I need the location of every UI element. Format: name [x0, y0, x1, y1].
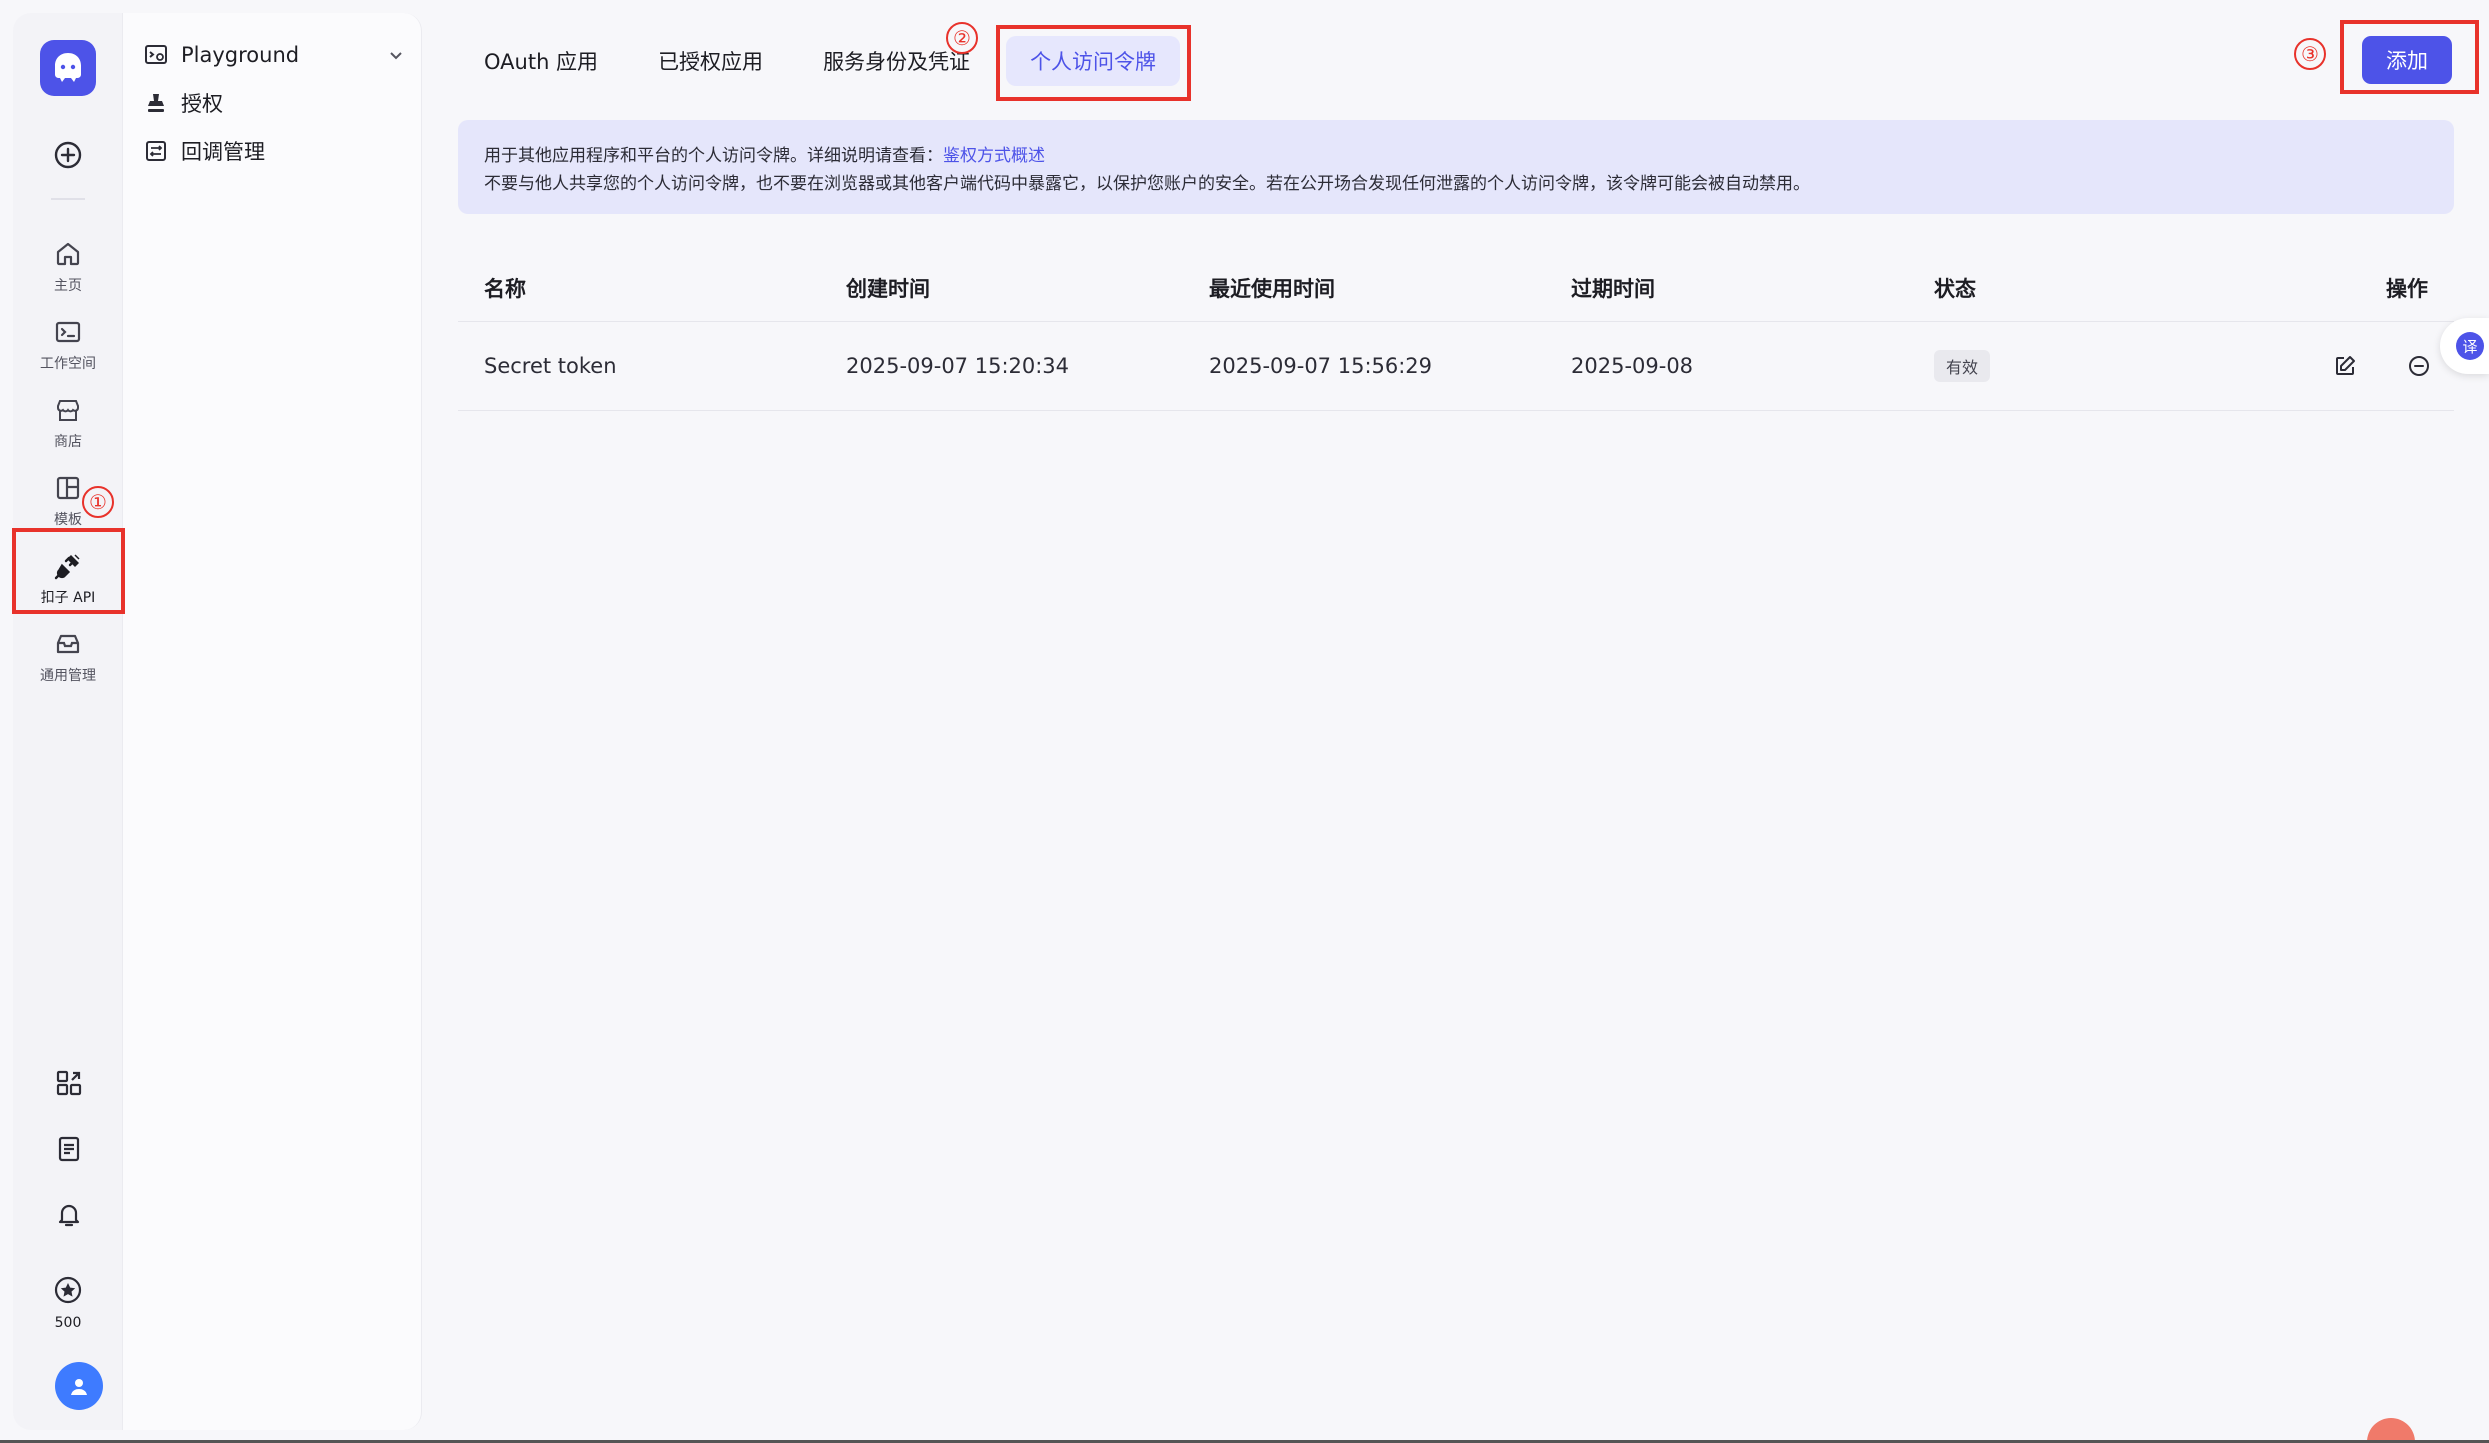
terminal-folder-icon — [51, 315, 85, 349]
rail-item-general-management[interactable]: 通用管理 — [13, 621, 123, 697]
token-created-time: 2025-09-07 15:20:34 — [846, 354, 1070, 378]
bell-icon[interactable] — [50, 1196, 88, 1234]
callback-icon — [143, 138, 169, 164]
playground-icon — [143, 42, 169, 68]
remove-icon[interactable] — [2402, 349, 2436, 383]
app-root: 主页 工作空间 商店 模板 扣子 API 通用管理 500 Playground… — [0, 0, 2489, 1443]
panel-item-label: Playground — [181, 43, 300, 67]
credits-balance[interactable]: 500 — [33, 1275, 103, 1343]
chevron-down-icon[interactable] — [387, 46, 405, 64]
translate-icon: 译 — [2456, 332, 2484, 360]
column-header-last-used: 最近使用时间 — [1209, 277, 1335, 301]
annotation-box-api — [12, 528, 125, 614]
annotation-box-add — [2340, 20, 2479, 94]
inbox-icon — [51, 627, 85, 661]
coze-logo-icon[interactable] — [40, 40, 96, 96]
status-badge: 有效 — [1934, 350, 1991, 382]
avatar[interactable] — [55, 1362, 103, 1410]
tab-oauth-apps[interactable]: OAuth 应用 — [460, 36, 622, 86]
rail-label: 主页 — [54, 278, 82, 294]
banner-line-1: 用于其他应用程序和平台的个人访问令牌。详细说明请查看：鉴权方式概述 — [484, 142, 2428, 170]
annotation-box-tab — [996, 25, 1191, 101]
template-icon — [51, 471, 85, 505]
create-plus-icon[interactable] — [46, 133, 90, 177]
rail-label: 商店 — [54, 434, 82, 450]
rail-label: 模板 — [54, 512, 82, 528]
edit-icon[interactable] — [2328, 349, 2362, 383]
column-header-status: 状态 — [1934, 277, 1976, 301]
panel-item-callback-management[interactable]: 回调管理 — [143, 131, 405, 171]
rail-divider — [51, 198, 85, 200]
panel-item-authorization[interactable]: 授权 — [143, 83, 405, 123]
stamp-icon — [143, 90, 169, 116]
column-header-created: 创建时间 — [846, 277, 930, 301]
token-name: Secret token — [484, 354, 617, 378]
panel-item-label: 回调管理 — [181, 140, 265, 164]
document-icon[interactable] — [50, 1130, 88, 1168]
panel-item-playground[interactable]: Playground — [143, 35, 405, 75]
translate-button[interactable]: 译 — [2440, 318, 2489, 374]
info-banner: 用于其他应用程序和平台的个人访问令牌。详细说明请查看：鉴权方式概述 不要与他人共… — [458, 120, 2454, 214]
column-header-actions: 操作 — [2386, 277, 2428, 301]
annotation-number-3: ③ — [2294, 38, 2326, 70]
banner-text: 用于其他应用程序和平台的个人访问令牌。详细说明请查看： — [484, 146, 943, 166]
credits-count: 500 — [54, 1315, 82, 1331]
rail-label: 通用管理 — [40, 668, 96, 684]
annotation-number-1: ① — [82, 486, 114, 518]
app-grid-icon[interactable] — [50, 1064, 88, 1102]
annotation-number-2: ② — [946, 22, 978, 54]
token-last-used-time: 2025-09-07 15:56:29 — [1209, 354, 1433, 378]
star-coin-icon — [53, 1275, 83, 1309]
rail-item-store[interactable]: 商店 — [13, 387, 123, 463]
token-table-header: 名称 创建时间 最近使用时间 过期时间 状态 操作 — [458, 255, 2454, 322]
tab-authorized-apps[interactable]: 已授权应用 — [634, 36, 787, 86]
store-icon — [51, 393, 85, 427]
status-cell: 有效 — [1934, 350, 1991, 382]
auth-overview-link[interactable]: 鉴权方式概述 — [943, 146, 1045, 166]
rail-label: 工作空间 — [40, 356, 96, 372]
banner-line-2: 不要与他人共享您的个人访问令牌，也不要在浏览器或其他客户端代码中暴露它，以保护您… — [484, 174, 1810, 194]
column-header-expires: 过期时间 — [1571, 277, 1655, 301]
panel-item-label: 授权 — [181, 92, 223, 116]
rail-item-workspace[interactable]: 工作空间 — [13, 309, 123, 385]
api-side-panel: Playground 授权 回调管理 — [122, 13, 422, 1430]
icon-rail: 主页 工作空间 商店 模板 扣子 API 通用管理 500 — [13, 13, 123, 1430]
token-expiry-time: 2025-09-08 — [1571, 354, 1694, 378]
table-row: Secret token 2025-09-07 15:20:34 2025-09… — [458, 322, 2454, 411]
column-header-name: 名称 — [484, 277, 526, 301]
rail-item-home[interactable]: 主页 — [13, 231, 123, 307]
home-icon — [51, 237, 85, 271]
